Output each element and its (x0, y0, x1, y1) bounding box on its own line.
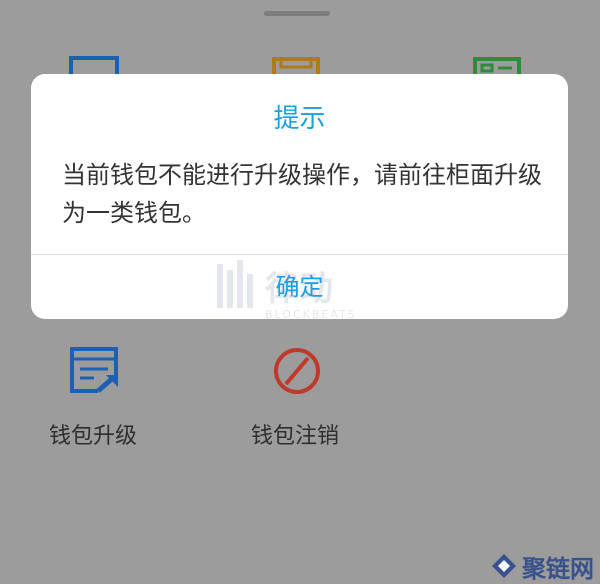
sheet-grab-handle[interactable] (264, 11, 330, 16)
app-screen: 钱包升级 钱包注销 聚链网 提示 当前钱包不能进行升级操作，请前往柜面升级为一类… (0, 0, 600, 583)
corner-watermark-text: 聚链网 (522, 553, 594, 583)
wallet-cancel-icon[interactable] (272, 346, 322, 396)
dialog-message: 当前钱包不能进行升级操作，请前往柜面升级为一类钱包。 (62, 161, 542, 227)
wallet-cancel-label[interactable]: 钱包注销 (251, 418, 339, 450)
confirm-button[interactable]: 确定 (31, 255, 568, 319)
wallet-upgrade-icon[interactable] (68, 345, 122, 395)
dialog-title: 提示 (273, 104, 326, 134)
corner-watermark: 聚链网 (490, 551, 594, 583)
wallet-upgrade-label[interactable]: 钱包升级 (49, 418, 137, 450)
alert-dialog: 提示 当前钱包不能进行升级操作，请前往柜面升级为一类钱包。 律动 BLOCKBE… (31, 74, 568, 319)
diamond-logo-icon (492, 554, 516, 578)
